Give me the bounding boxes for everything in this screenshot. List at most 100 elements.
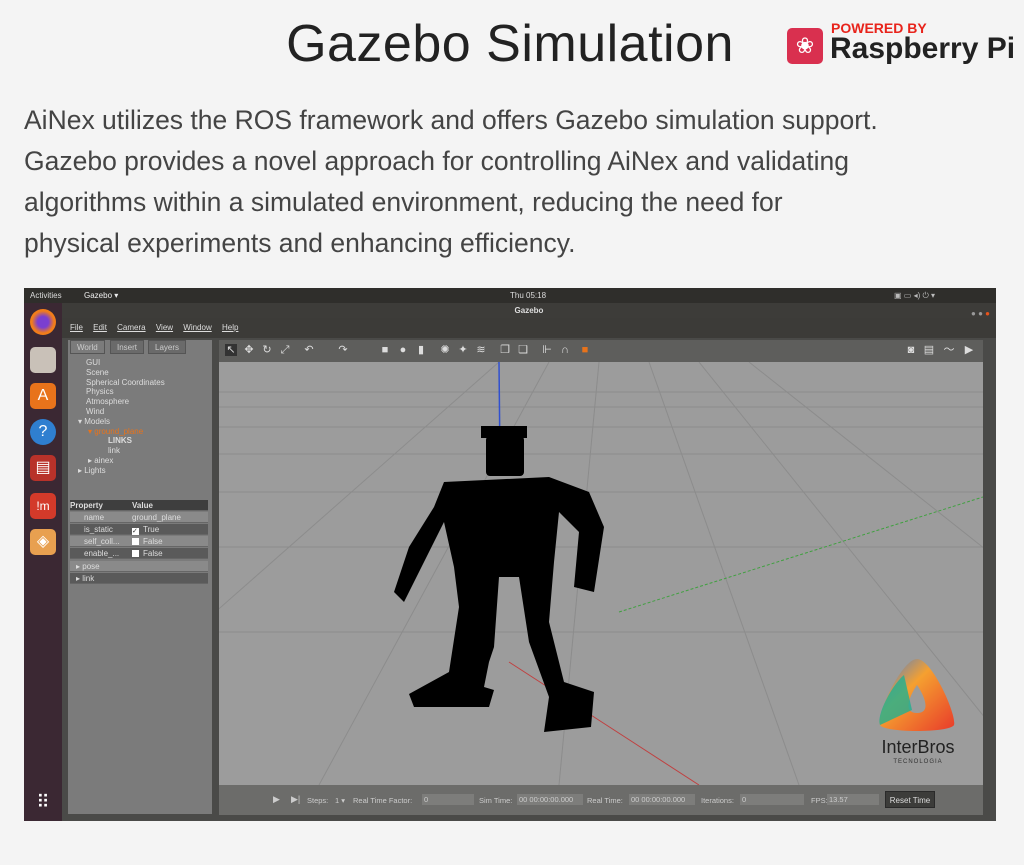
plot-icon[interactable]: 〜 — [943, 344, 955, 356]
raspberry-pi-badge: ❀ POWERED BY Raspberry Pi — [787, 20, 1022, 70]
prop-key: enable_... — [84, 549, 120, 558]
tree-item[interactable]: ▸ Lights — [78, 466, 165, 476]
terminal-icon[interactable]: !m — [30, 493, 56, 519]
tab-world[interactable]: World — [70, 340, 105, 354]
property-row[interactable]: enable_... False — [70, 548, 208, 559]
desc-line: algorithms within a simulated environmen… — [24, 187, 783, 217]
software-icon[interactable]: A — [30, 383, 56, 409]
tree-item-selected[interactable]: ▾ ground_plane — [88, 427, 165, 437]
tree-item[interactable]: Atmosphere — [86, 397, 165, 407]
spot-light-icon[interactable]: ✦ — [457, 344, 469, 356]
activities-button[interactable]: Activities — [30, 291, 62, 300]
copy-icon[interactable]: ❐ — [499, 344, 511, 356]
color-icon[interactable]: ■ — [579, 344, 591, 356]
group-link[interactable]: ▸ link — [70, 573, 208, 584]
menu-view[interactable]: View — [156, 323, 173, 332]
window-title: Gazebo — [514, 306, 544, 315]
sim-time-label: Sim Time: — [479, 796, 513, 805]
ainex-robot — [394, 426, 604, 732]
snap-icon[interactable]: ∩ — [559, 344, 571, 356]
reset-time-button[interactable]: Reset Time — [885, 791, 935, 808]
checkbox[interactable] — [132, 550, 139, 557]
clock[interactable]: Thu 05:18 — [510, 291, 546, 300]
steps-select[interactable]: 1 ▾ — [335, 796, 345, 805]
apps-grid-icon[interactable]: ⠿ — [30, 789, 56, 815]
fps-field: 13.57 — [827, 794, 879, 805]
fps-label: FPS: — [811, 796, 828, 805]
select-icon[interactable]: ↖ — [225, 344, 237, 356]
screenshot-icon[interactable]: ◙ — [905, 344, 917, 356]
tray-icons[interactable]: ▣ ▭ ◂) ⏻ ▾ — [894, 291, 935, 301]
world-tree: GUI Scene Spherical Coordinates Physics … — [78, 358, 165, 476]
tree-item[interactable]: ▾ Models — [78, 417, 165, 427]
real-time-field: 00 00:00:00.000 — [629, 794, 695, 805]
prop-key: is_static — [84, 525, 113, 534]
tab-insert[interactable]: Insert — [110, 340, 145, 354]
step-icon[interactable]: ▶| — [291, 794, 300, 805]
app-menu[interactable]: Gazebo ▾ — [84, 291, 118, 300]
video-icon[interactable]: ▶ — [963, 344, 975, 356]
real-time-label: Real Time: — [587, 796, 623, 805]
undo-icon[interactable]: ↶ — [303, 344, 315, 356]
dock: A ? ▤ !m ◈ ⠿ — [24, 303, 62, 821]
menu-edit[interactable]: Edit — [93, 323, 107, 332]
menu-help[interactable]: Help — [222, 323, 238, 332]
watermark-sub: TECNOLOGIA — [893, 759, 943, 765]
property-header: Property Value — [70, 500, 208, 511]
menu-file[interactable]: File — [70, 323, 83, 332]
translate-icon[interactable]: ✥ — [243, 344, 255, 356]
group-pose[interactable]: ▸ pose — [70, 561, 208, 572]
point-light-icon[interactable]: ✺ — [439, 344, 451, 356]
desc-line: Gazebo provides a novel approach for con… — [24, 146, 849, 176]
property-row[interactable]: is_static ✓ True — [70, 524, 208, 535]
menu-bar: File Edit Camera View Window Help — [62, 318, 996, 338]
menu-camera[interactable]: Camera — [117, 323, 145, 332]
scale-icon[interactable]: ⤢ — [279, 344, 291, 356]
steps-label: Steps: — [307, 796, 329, 805]
log-icon[interactable]: ▤ — [923, 344, 935, 356]
checkbox-checked[interactable]: ✓ — [132, 528, 139, 535]
help-icon[interactable]: ? — [30, 419, 56, 445]
tab-layers[interactable]: Layers — [148, 340, 187, 354]
property-row[interactable]: name ground_plane — [70, 512, 208, 523]
firefox-icon[interactable] — [30, 309, 56, 335]
rtf-field: 0 — [422, 794, 474, 805]
paste-icon[interactable]: ❏ — [517, 344, 529, 356]
tree-item[interactable]: Spherical Coordinates — [86, 378, 165, 388]
gazebo-screenshot: Activities Gazebo ▾ Thu 05:18 ▣ ▭ ◂) ⏻ ▾… — [24, 288, 996, 821]
iterations-field: 0 — [740, 794, 804, 805]
prop-key: self_coll... — [84, 537, 120, 546]
rotate-icon[interactable]: ↻ — [261, 344, 273, 356]
tree-item[interactable]: Scene — [86, 368, 165, 378]
x-axis — [508, 661, 700, 785]
tree-item[interactable]: Wind — [86, 407, 165, 417]
property-row[interactable]: self_coll... False — [70, 536, 208, 547]
gazebo-icon[interactable]: ◈ — [30, 529, 56, 555]
tree-item[interactable]: ▸ ainex — [88, 456, 165, 466]
box-icon[interactable]: ■ — [379, 344, 391, 356]
tree-item[interactable]: GUI — [86, 358, 165, 368]
col-value: Value — [132, 501, 153, 510]
desc-line: physical experiments and enhancing effic… — [24, 228, 576, 258]
monitor-icon[interactable]: ▤ — [30, 455, 56, 481]
align-icon[interactable]: ⊩ — [541, 344, 553, 356]
cylinder-icon[interactable]: ▮ — [415, 344, 427, 356]
menu-window[interactable]: Window — [183, 323, 211, 332]
tree-item[interactable]: LINKS — [108, 436, 165, 446]
rtf-label: Real Time Factor: — [353, 796, 413, 805]
files-icon[interactable] — [30, 347, 56, 373]
redo-icon[interactable]: ↷ — [337, 344, 349, 356]
prop-key: name — [84, 513, 105, 522]
y-axis — [618, 496, 983, 613]
tree-item[interactable]: Physics — [86, 387, 165, 397]
checkbox[interactable] — [132, 538, 139, 545]
desc-line: AiNex utilizes the ROS framework and off… — [24, 105, 878, 135]
bottom-bar: ▶ ▶| Steps: 1 ▾ Real Time Factor: 0 Sim … — [219, 785, 983, 815]
sphere-icon[interactable]: ● — [397, 344, 409, 356]
prop-value: False — [143, 549, 163, 558]
interbros-watermark: InterBros TECNOLOGIA — [862, 655, 974, 770]
tree-item[interactable]: link — [108, 446, 165, 456]
directional-light-icon[interactable]: ≋ — [475, 344, 487, 356]
iterations-label: Iterations: — [701, 796, 734, 805]
play-icon[interactable]: ▶ — [273, 794, 280, 805]
